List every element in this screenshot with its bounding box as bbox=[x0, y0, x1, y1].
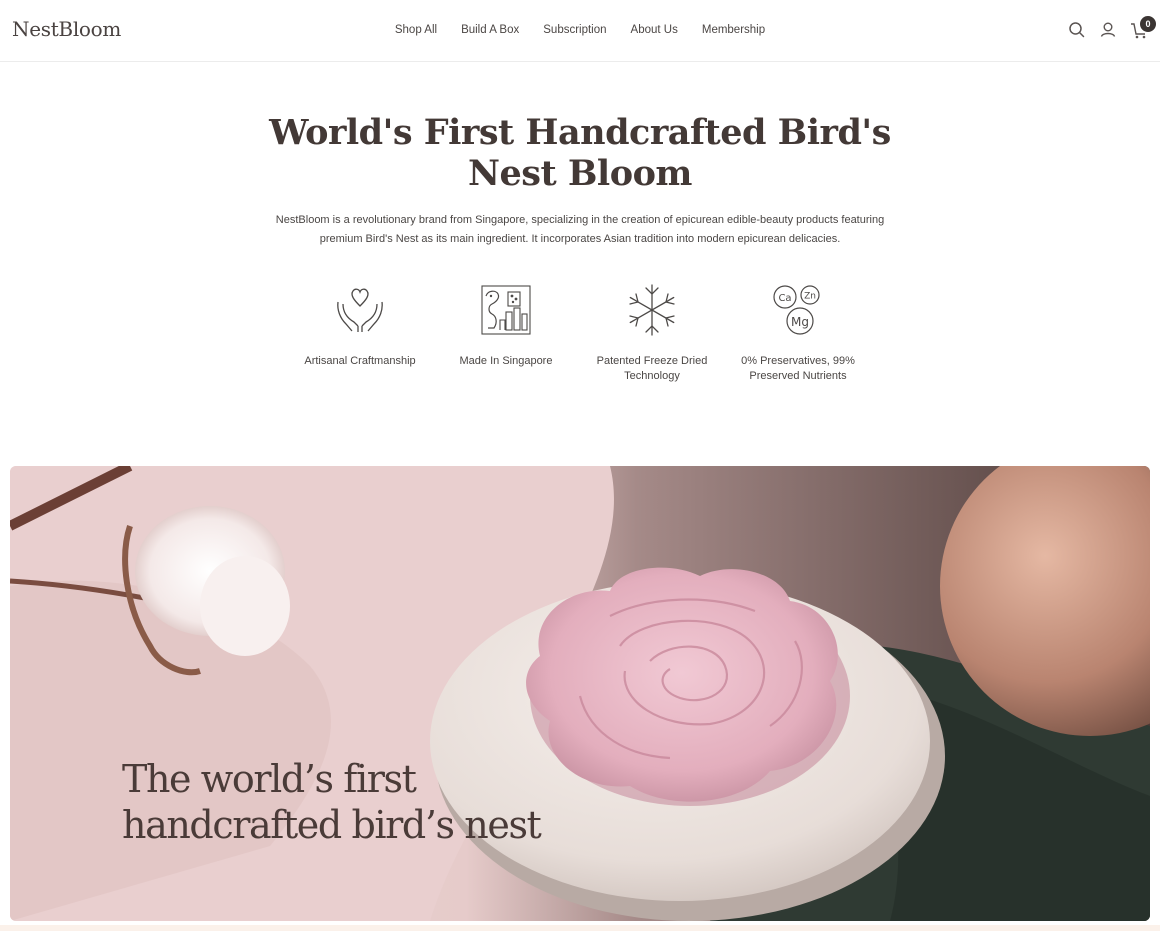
cart-icon[interactable]: 0 bbox=[1130, 16, 1156, 40]
search-icon[interactable] bbox=[1068, 20, 1086, 40]
feature-label: 0% Preservatives, 99% Preserved Nutrient… bbox=[741, 355, 855, 382]
nav-shop-all[interactable]: Shop All bbox=[395, 24, 437, 36]
brand-description: NestBloom is a revolutionary brand from … bbox=[275, 214, 885, 245]
minerals-icon: Ca Zn Mg bbox=[773, 285, 820, 335]
site-header: NestBloom Shop All Build A Box Subscript… bbox=[0, 0, 1160, 62]
feature-singapore: Made In Singapore bbox=[446, 282, 566, 369]
banner-headline-line-1: The world’s first bbox=[122, 757, 417, 801]
banner-headline: The world’s first handcrafted bird’s nes… bbox=[122, 756, 542, 848]
next-section-edge bbox=[0, 925, 1160, 931]
feature-label: Patented Freeze Dried Technology bbox=[596, 355, 708, 382]
main-nav: Shop All Build A Box Subscription About … bbox=[0, 24, 1160, 36]
singapore-merlion-icon bbox=[481, 285, 531, 335]
calcium-label: Ca bbox=[778, 293, 791, 304]
feature-list: Artisanal Craftmanship Made In Singapore bbox=[287, 282, 873, 412]
user-icon[interactable] bbox=[1099, 20, 1117, 40]
zinc-label: Zn bbox=[804, 292, 816, 302]
feature-artisanal: Artisanal Craftmanship bbox=[300, 282, 420, 369]
heart-hands-icon bbox=[337, 288, 383, 332]
banner-photo bbox=[10, 466, 1150, 921]
cart-count-badge: 0 bbox=[1140, 16, 1156, 32]
nav-build-a-box[interactable]: Build A Box bbox=[461, 24, 519, 36]
nav-subscription[interactable]: Subscription bbox=[543, 24, 606, 36]
nav-about-us[interactable]: About Us bbox=[631, 24, 678, 36]
banner-headline-line-2: handcrafted bird’s nest bbox=[122, 803, 542, 847]
feature-nutrients: Ca Zn Mg 0% Preservatives, 99% Preserved… bbox=[738, 282, 858, 383]
feature-freeze-dried: Patented Freeze Dried Technology bbox=[592, 282, 712, 383]
feature-label: Made In Singapore bbox=[459, 355, 553, 367]
hero-banner[interactable]: The world’s first handcrafted bird’s nes… bbox=[10, 466, 1150, 921]
feature-label: Artisanal Craftmanship bbox=[304, 355, 416, 367]
nav-membership[interactable]: Membership bbox=[702, 24, 765, 36]
snowflake-icon bbox=[629, 284, 675, 336]
magnesium-label: Mg bbox=[791, 315, 809, 329]
page-title: World's First Handcrafted Bird's Nest Bl… bbox=[269, 112, 891, 194]
